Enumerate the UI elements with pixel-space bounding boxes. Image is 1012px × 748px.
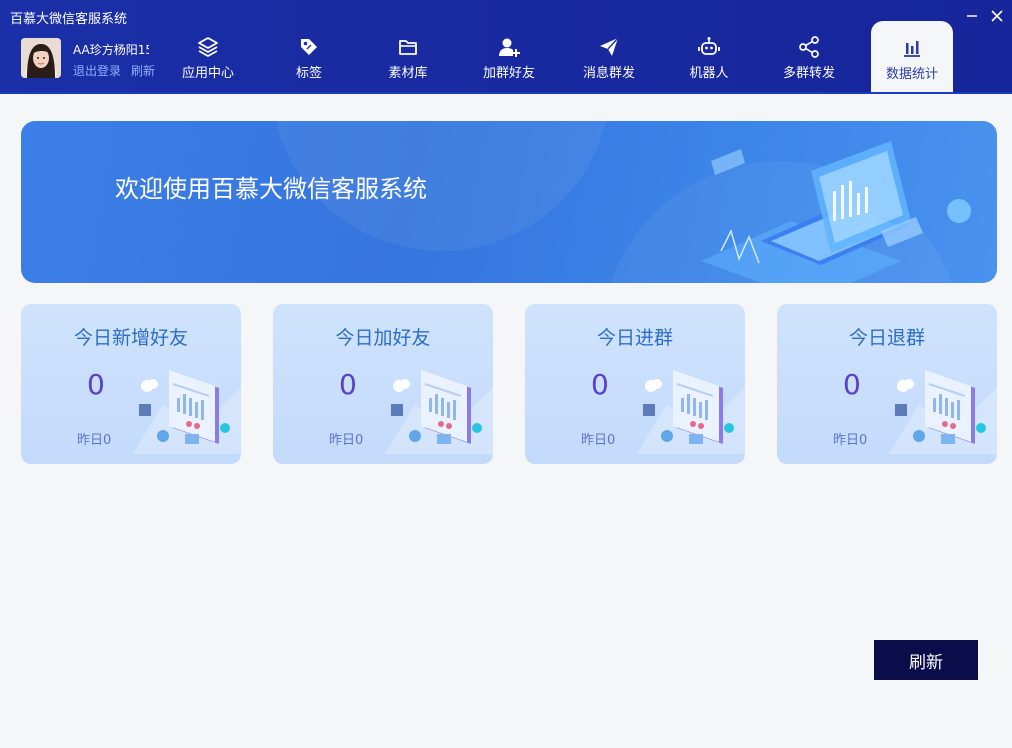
stat-value: 0 [843, 368, 861, 401]
stat-card-add-friends: 今日加好友 0 昨日0 [273, 304, 493, 464]
stat-title: 今日退群 [848, 327, 925, 349]
username: AA珍方杨阳15 [73, 43, 149, 57]
add-user-icon [499, 38, 520, 57]
nav-label: 消息群发 [582, 66, 635, 81]
folder-icon [399, 40, 417, 55]
refresh-link[interactable]: 刷新 [131, 62, 155, 79]
refresh-button[interactable]: 刷新 [874, 640, 978, 680]
nav-item-statistics[interactable]: 数据统计 [871, 21, 953, 94]
nav-item-multi-forward[interactable]: 多群转发 [767, 24, 851, 94]
nav-item-materials[interactable]: 素材库 [366, 24, 450, 94]
nav-label: 多群转发 [782, 66, 835, 81]
robot-icon [698, 37, 720, 55]
nav-label: 素材库 [388, 66, 428, 81]
share-icon [799, 36, 819, 58]
stat-title: 今日加好友 [335, 327, 431, 349]
minimize-icon [967, 15, 977, 17]
bar-chart-icon [904, 41, 920, 57]
data-illustration-icon [385, 370, 493, 454]
stat-card-new-friends: 今日新增好友 0 昨日0 [21, 304, 241, 464]
window-title: 百慕大微信客服系统 [10, 12, 128, 27]
stat-yesterday: 昨日0 [77, 433, 112, 448]
nav-label: 加群好友 [482, 66, 535, 81]
minimize-button[interactable] [962, 6, 982, 26]
nav-item-app-center[interactable]: 应用中心 [166, 24, 250, 94]
nav-label: 应用中心 [181, 66, 234, 81]
stat-title: 今日进群 [596, 327, 673, 349]
stat-yesterday: 昨日0 [581, 433, 616, 448]
data-illustration-icon [889, 370, 997, 454]
stat-value: 0 [339, 368, 357, 401]
stat-value: 0 [591, 368, 609, 401]
nav-label: 数据统计 [885, 67, 938, 82]
stat-card-join-group: 今日进群 0 昨日0 [525, 304, 745, 464]
nav-item-tags[interactable]: 标签 [267, 24, 351, 94]
welcome-banner: 欢迎使用百慕大微信客服系统 [21, 121, 997, 283]
data-illustration-icon [133, 370, 241, 454]
stat-value: 0 [87, 368, 105, 401]
avatar[interactable] [21, 38, 61, 78]
logout-link[interactable]: 退出登录 [73, 62, 121, 79]
paper-plane-icon [600, 37, 619, 56]
stat-card-leave-group: 今日退群 0 昨日0 [777, 304, 997, 464]
nav-label: 标签 [295, 66, 322, 81]
stat-yesterday: 昨日0 [329, 433, 364, 448]
data-illustration-icon [637, 370, 745, 454]
layers-icon [198, 37, 218, 57]
stat-title: 今日新增好友 [73, 327, 188, 349]
avatar-image [21, 38, 61, 78]
nav-item-robot[interactable]: 机器人 [667, 24, 751, 94]
close-icon [991, 10, 1003, 22]
tag-icon [301, 39, 317, 55]
nav-item-broadcast[interactable]: 消息群发 [567, 24, 651, 94]
stat-yesterday: 昨日0 [833, 433, 868, 448]
banner-title: 欢迎使用百慕大微信客服系统 [115, 175, 427, 203]
nav-item-add-friends[interactable]: 加群好友 [467, 24, 551, 94]
top-bar: 百慕大微信客服系统 AA珍方杨阳15 退出登录 刷新 应用中心 标签 素材库 加… [0, 0, 1012, 94]
close-button[interactable] [987, 6, 1007, 26]
nav-label: 机器人 [689, 66, 729, 81]
